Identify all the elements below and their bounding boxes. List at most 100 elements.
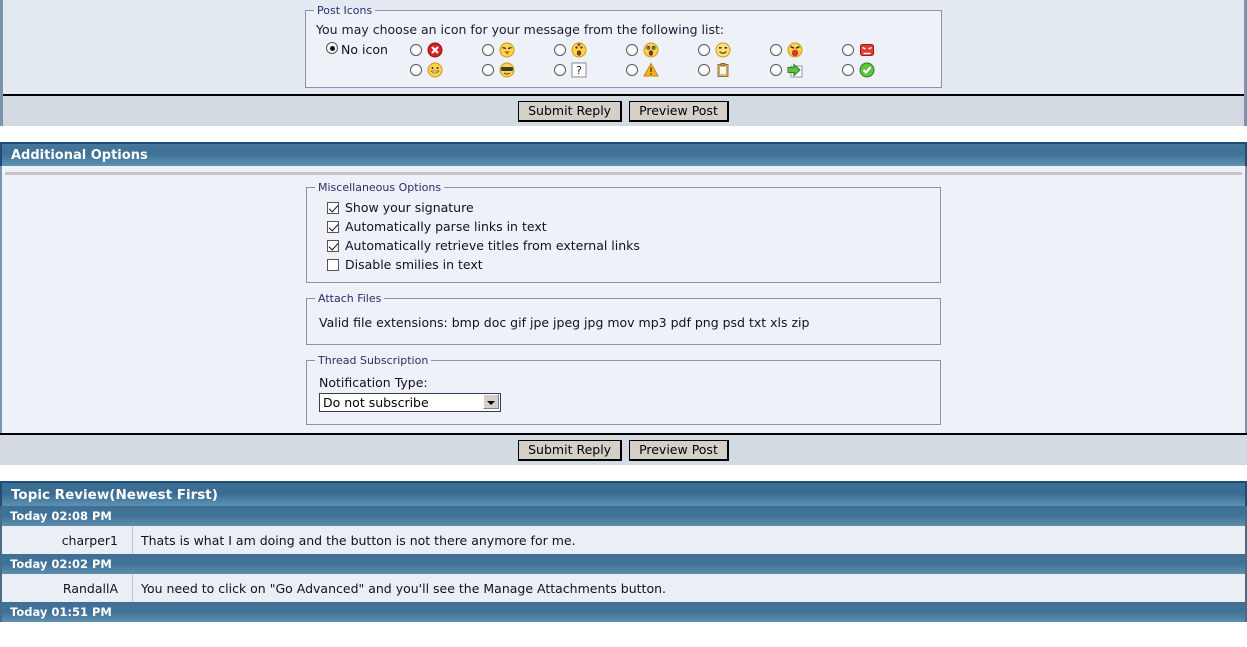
thread-subscription-fieldset: Thread Subscription Notification Type: D… — [306, 354, 941, 425]
post-icon-column — [410, 41, 482, 79]
post-icon-option[interactable] — [410, 41, 482, 59]
no-icon-label: No icon — [341, 42, 388, 57]
option-retrieve-titles[interactable]: Automatically retrieve titles from exter… — [327, 236, 932, 255]
post-icon-radio[interactable] — [410, 64, 422, 76]
post-icon-column — [842, 41, 914, 79]
post-icon-option[interactable] — [482, 41, 554, 59]
clipboard-icon — [717, 63, 729, 77]
smiley-tongue-icon — [499, 42, 515, 58]
post-icon-radio[interactable] — [482, 44, 494, 56]
post-icon-radio[interactable] — [554, 64, 566, 76]
topic-review-subtitle: (Newest First) — [109, 486, 218, 503]
post-icon-column — [626, 41, 698, 79]
additional-options-body: Miscellaneous Options Show your signatur… — [0, 166, 1247, 465]
section-gap — [0, 126, 1247, 142]
misc-options-legend: Miscellaneous Options — [318, 181, 442, 194]
post-icon-column — [698, 41, 770, 79]
no-icon-radio[interactable] — [326, 42, 338, 54]
post-icon-radio[interactable] — [770, 64, 782, 76]
post-date-bar: Today 01:51 PM — [0, 602, 1247, 622]
submit-reply-button-bottom[interactable]: Submit Reply — [518, 439, 623, 461]
post-icon-option[interactable] — [842, 61, 914, 79]
post-date: Today 02:02 PM — [10, 557, 112, 571]
smiley-surprised-icon — [643, 42, 659, 58]
post-icon-radio[interactable] — [554, 44, 566, 56]
option-label: Disable smilies in text — [345, 257, 483, 272]
preview-post-button-bottom[interactable]: Preview Post — [629, 439, 729, 461]
post-icon-radio[interactable] — [410, 44, 422, 56]
retrieve-titles-checkbox[interactable] — [327, 239, 339, 252]
post-icon-radio[interactable] — [482, 64, 494, 76]
post-date-bar: Today 02:08 PM — [0, 506, 1247, 526]
no-icon-option[interactable]: No icon — [326, 41, 410, 57]
table-row: charper1 Thats is what I am doing and th… — [0, 526, 1247, 554]
topic-review-header: Topic Review (Newest First) — [0, 481, 1247, 506]
table-row: RandallA You need to click on "Go Advanc… — [0, 574, 1247, 602]
attach-files-fieldset: Attach Files Valid file extensions: bmp … — [306, 292, 941, 345]
post-author[interactable]: RandallA — [2, 574, 133, 602]
show-signature-checkbox[interactable] — [327, 201, 339, 214]
post-icon-option[interactable] — [626, 61, 698, 79]
post-icon-option[interactable] — [482, 61, 554, 79]
post-icon-option[interactable] — [770, 61, 842, 79]
warning-triangle-icon — [643, 62, 659, 77]
additional-options-header: Additional Options — [0, 142, 1247, 166]
topic-review-title: Topic Review — [11, 486, 110, 503]
post-icon-radio[interactable] — [626, 64, 638, 76]
post-icon-radio[interactable] — [698, 44, 710, 56]
post-icon-radio[interactable] — [842, 64, 854, 76]
smiley-exclaim-icon — [571, 42, 587, 58]
post-message: Thats is what I am doing and the button … — [141, 532, 576, 548]
post-date: Today 01:51 PM — [10, 605, 112, 619]
post-icon-radio[interactable] — [626, 44, 638, 56]
additional-options-title: Additional Options — [11, 147, 148, 163]
section-gap-2 — [0, 465, 1247, 481]
svg-text:?: ? — [576, 64, 582, 77]
red-angry-square-icon — [860, 44, 874, 56]
post-icons-hint: You may choose an icon for your message … — [316, 22, 725, 37]
bottom-button-bar: Submit Reply Preview Post — [0, 433, 1247, 465]
smiley-happy-icon — [715, 42, 731, 58]
forum-reply-page: Post Icons You may choose an icon for yo… — [0, 0, 1247, 647]
submit-reply-button-top[interactable]: Submit Reply — [518, 100, 623, 122]
option-disable-smilies[interactable]: Disable smilies in text — [327, 255, 932, 274]
option-parse-links[interactable]: Automatically parse links in text — [327, 217, 932, 236]
post-icon-option[interactable] — [698, 41, 770, 59]
green-arrow-icon — [787, 63, 803, 78]
smiley-grin-icon — [427, 62, 443, 78]
post-icon-option[interactable] — [554, 41, 626, 59]
post-icon-option[interactable] — [842, 41, 914, 59]
post-icon-radio[interactable] — [698, 64, 710, 76]
notification-type-select[interactable]: Do not subscribe — [319, 393, 501, 412]
notification-type-select-wrap[interactable]: Do not subscribe — [315, 392, 501, 418]
option-show-signature[interactable]: Show your signature — [327, 198, 932, 217]
preview-post-button-top[interactable]: Preview Post — [629, 100, 729, 122]
valid-extensions-text: Valid file extensions: bmp doc gif jpe j… — [319, 315, 810, 330]
post-author[interactable]: charper1 — [2, 526, 133, 554]
post-icon-option[interactable]: ? — [554, 61, 626, 79]
thread-subscription-legend: Thread Subscription — [318, 354, 429, 367]
disable-smilies-checkbox[interactable] — [327, 258, 339, 271]
post-icons-legend: Post Icons — [317, 4, 373, 17]
question-mark-icon: ? — [571, 62, 587, 78]
post-date: Today 02:08 PM — [10, 509, 112, 523]
option-label: Show your signature — [345, 200, 474, 215]
post-icon-option[interactable] — [698, 61, 770, 79]
attach-files-legend: Attach Files — [318, 292, 382, 305]
smiley-cool-icon — [499, 62, 515, 78]
post-icon-column — [770, 41, 842, 79]
post-icon-column: ? — [554, 41, 626, 79]
post-icon-option[interactable] — [770, 41, 842, 59]
smiley-angry-red-icon — [787, 42, 803, 58]
post-icon-radio[interactable] — [770, 44, 782, 56]
post-icon-option[interactable] — [626, 41, 698, 59]
option-label: Automatically retrieve titles from exter… — [345, 238, 640, 253]
parse-links-checkbox[interactable] — [327, 220, 339, 233]
top-button-bar: Submit Reply Preview Post — [3, 94, 1244, 126]
post-icon-column — [482, 41, 554, 79]
post-icon-radio[interactable] — [842, 44, 854, 56]
post-icon-option[interactable] — [410, 61, 482, 79]
misc-options-fieldset: Miscellaneous Options Show your signatur… — [306, 181, 941, 283]
option-label: Automatically parse links in text — [345, 219, 547, 234]
post-message: You need to click on "Go Advanced" and y… — [141, 580, 666, 596]
